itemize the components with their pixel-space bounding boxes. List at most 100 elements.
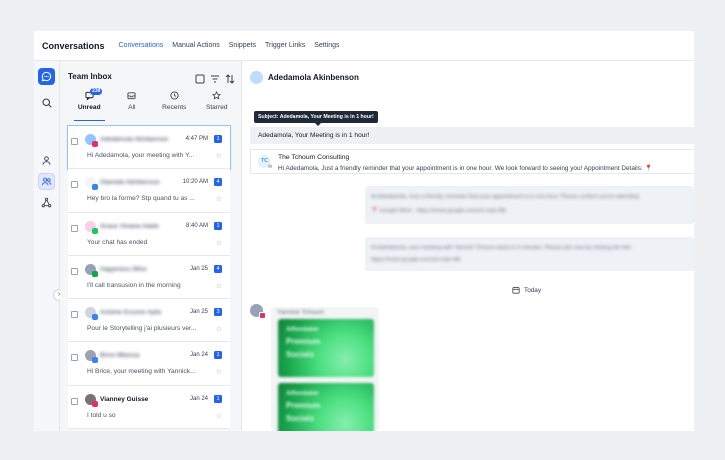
calendar-icon — [512, 286, 520, 294]
image-text: Affordable — [286, 326, 319, 333]
image-text: Socials — [286, 414, 315, 423]
left-icon-rail: › — [34, 61, 65, 431]
tab-snippets[interactable]: Snippets — [229, 38, 256, 53]
sort-icon[interactable] — [225, 71, 235, 89]
filter-starred[interactable]: Starred — [196, 90, 239, 117]
tab-settings[interactable]: Settings — [314, 38, 339, 53]
search-icon[interactable] — [38, 94, 55, 111]
list-item[interactable]: Adedamola Akinbenson 4:47 PM 1 Hi Adedamola… — [67, 124, 231, 171]
conversation-header: Adedamola Akinbenson — [250, 71, 359, 84]
email-message[interactable]: TC ✉ The Tchoum Consulting Hi Adedamola,… — [250, 149, 694, 174]
contact-name: Adedamola Akinbenson — [268, 73, 359, 82]
contact-name: Brice Mbessa — [100, 352, 140, 360]
team-inbox-panel: Team Inbox 238 Unread All Recents Starre… — [60, 61, 242, 431]
star-icon[interactable]: ☆ — [216, 368, 222, 376]
person-icon[interactable] — [38, 152, 55, 169]
row-checkbox[interactable] — [71, 354, 78, 362]
row-checkbox[interactable] — [71, 267, 78, 275]
email-subject: Adedamola, Your Meeting is in 1 hour! — [250, 127, 694, 144]
message-text: Hi Adedamola, your meeting with Yannick … — [371, 245, 631, 251]
instagram-icon — [92, 400, 98, 407]
unread-count-badge: 4 — [214, 264, 222, 273]
image-attachment[interactable]: Affordable Premium Socials — [278, 319, 374, 377]
select-all-checkbox[interactable] — [195, 71, 205, 89]
contact-name: Vianney Guisse — [100, 395, 149, 403]
filter-label: Unread — [77, 104, 101, 111]
avatar — [250, 304, 266, 319]
filter-label: Recents — [162, 104, 187, 111]
unread-count-badge: 3 — [214, 308, 222, 317]
contact-name: Adedamola Akinbenson — [100, 136, 169, 143]
list-item[interactable]: Brice Mbessa Jan 24 1 Hi Brice, your meetin… — [68, 342, 230, 386]
image-text: Affordable — [286, 390, 319, 397]
chat-icon — [92, 227, 98, 234]
messenger-icon — [92, 184, 98, 191]
list-item[interactable]: Vianney Guisse Jan 24 1 I told u so ☆ — [68, 385, 230, 430]
row-checkbox[interactable] — [71, 181, 78, 189]
list-item[interactable]: Happiness Mfon Jan 25 4 I'll call transusio… — [68, 255, 230, 300]
list-item[interactable]: Antoine Essone Ayila Jan 25 3 Pour le Story… — [68, 299, 230, 343]
star-icon — [212, 90, 222, 102]
message-link: https://meet.google.com/xrt-nsbr-fdk — [371, 257, 461, 263]
unread-count-badge: 1 — [214, 351, 222, 360]
mail-icon: ✉ — [268, 164, 273, 170]
tab-manual-actions[interactable]: Manual Actions — [172, 38, 219, 53]
subject-tooltip: Subject: Adedamola, Your Meeting is in 1… — [254, 111, 378, 126]
messenger-icon — [92, 314, 98, 321]
filter-unread[interactable]: 238 Unread — [68, 88, 111, 121]
page-title: Conversations — [42, 40, 105, 51]
message-preview: Pour le Storytelling j'ai plusieurs ver.… — [87, 325, 197, 333]
message-time: Jan 25 — [189, 309, 208, 316]
conversation-list: Adedamola Akinbenson 4:47 PM 1 Hi Adedamola… — [67, 124, 231, 430]
star-icon[interactable]: ☆ — [216, 152, 222, 160]
inbox-toolbar — [195, 71, 235, 89]
conversation-panel: Adedamola Akinbenson Subject: Adedamola,… — [242, 61, 694, 431]
row-checkbox[interactable] — [71, 224, 78, 232]
unread-count-badge: 1 — [214, 135, 222, 143]
filter-all[interactable]: All — [111, 91, 154, 117]
star-icon[interactable]: ☆ — [216, 325, 222, 333]
clock-icon — [170, 91, 179, 102]
star-icon[interactable]: ☆ — [216, 239, 222, 247]
message-text: Hi Adedamola, Just a friendly reminder t… — [371, 194, 639, 200]
date-divider: Today — [512, 286, 541, 294]
row-checkbox[interactable] — [71, 397, 78, 405]
image-text: Socials — [286, 350, 315, 359]
list-item[interactable]: Olamide Akinbenson 10:20 AM 4 Hey bro la fo… — [68, 169, 230, 213]
outgoing-message[interactable]: Hi Adedamola, Just a friendly reminder t… — [365, 186, 694, 224]
message-time: Jan 24 — [189, 352, 208, 359]
whatsapp-icon — [92, 270, 98, 277]
row-checkbox[interactable] — [71, 311, 78, 319]
message-preview: Hi Brice, your meeting with Yannick... — [87, 368, 196, 376]
inbox-title: Team Inbox — [68, 72, 112, 81]
contact-name: Olamide Akinbenson — [100, 179, 160, 187]
tab-conversations[interactable]: Conversations — [119, 38, 164, 53]
filter-recents[interactable]: Recents — [153, 91, 196, 117]
filter-label: Starred — [205, 104, 228, 111]
unread-count-badge: 4 — [214, 178, 222, 187]
outgoing-message[interactable]: Hi Adedamola, your meeting with Yannick … — [365, 237, 694, 271]
unread-count-badge: 238 — [90, 88, 103, 95]
network-icon[interactable] — [38, 194, 55, 211]
message-link: 📍 Google Meet - https://meet.google.com/… — [371, 208, 507, 214]
avatar — [250, 71, 263, 84]
filter-icon[interactable] — [210, 71, 220, 89]
tab-trigger-links[interactable]: Trigger Links — [265, 38, 305, 53]
star-icon[interactable]: ☆ — [216, 412, 222, 420]
message-time: 4:47 PM — [185, 136, 208, 142]
image-text: Premium — [286, 337, 321, 346]
row-checkbox[interactable] — [71, 138, 78, 145]
message-preview: Hey bro la forme? Stp quand tu as ... — [87, 195, 195, 203]
star-icon[interactable]: ☆ — [216, 195, 222, 203]
image-attachment[interactable]: Affordable Premium Socials — [278, 383, 374, 431]
instagram-icon — [92, 141, 98, 147]
chat-bubble-icon[interactable] — [38, 68, 55, 85]
star-icon[interactable]: ☆ — [216, 282, 222, 290]
list-item[interactable]: Grace Viviane Adele 8:40 AM 1 Your chat has… — [68, 212, 230, 256]
users-icon[interactable] — [38, 173, 55, 190]
top-navigation: Conversations Conversations Manual Actio… — [34, 31, 694, 61]
message-preview: I told u so — [87, 411, 116, 419]
inbox-icon — [127, 91, 136, 102]
message-time: 10:20 AM — [182, 179, 208, 186]
message-preview: Your chat has ended — [87, 238, 148, 246]
